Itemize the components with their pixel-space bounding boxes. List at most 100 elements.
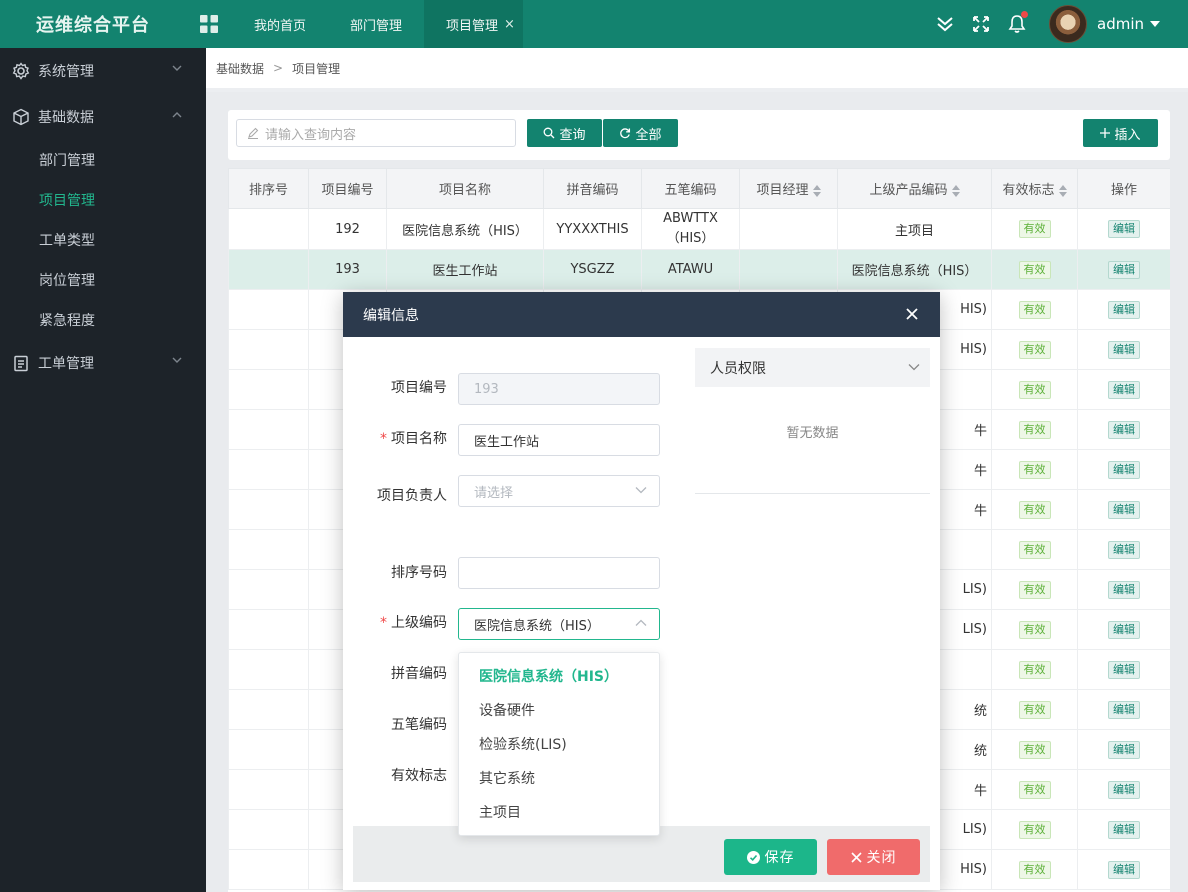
edit-button[interactable]: 编辑: [1108, 220, 1140, 238]
dropdown-option[interactable]: 检验系统(LIS): [459, 727, 659, 761]
save-button[interactable]: 保存: [724, 839, 817, 875]
sidebar-item-ticket-type[interactable]: 工单类型: [0, 220, 206, 260]
fullscreen-icon[interactable]: [963, 0, 999, 48]
project-name-field[interactable]: 医生工作站: [458, 424, 660, 456]
column-header[interactable]: 五笔编码: [641, 168, 740, 209]
caret-down-icon[interactable]: [1150, 21, 1160, 27]
chevron-down-icon: [635, 487, 647, 494]
insert-button[interactable]: 插入: [1083, 119, 1158, 147]
username[interactable]: admin: [1097, 15, 1144, 33]
column-header[interactable]: 拼音编码: [543, 168, 642, 209]
edit-button[interactable]: 编辑: [1108, 500, 1140, 519]
column-header-label: 有效标志: [1002, 183, 1055, 198]
project-owner-select[interactable]: 请选择: [458, 475, 660, 507]
column-header[interactable]: 有效标志: [991, 168, 1078, 209]
edit-button[interactable]: 编辑: [1108, 420, 1140, 439]
close-tab-icon[interactable]: ×: [504, 17, 515, 32]
plus-icon: [1100, 128, 1111, 138]
table-cell-manager: [739, 249, 838, 290]
column-header[interactable]: 项目编号: [308, 168, 387, 209]
column-header[interactable]: 项目名称: [386, 168, 544, 209]
edit-button[interactable]: 编辑: [1108, 740, 1140, 759]
show-all-button[interactable]: 全部: [603, 119, 678, 147]
nav-tab-home[interactable]: 我的首页: [232, 0, 328, 48]
sort-number-field[interactable]: [458, 557, 660, 589]
gear-icon: [12, 62, 30, 80]
edit-button[interactable]: 编辑: [1108, 460, 1140, 479]
table-cell-op: 编辑: [1077, 529, 1170, 570]
column-header[interactable]: 项目经理: [739, 168, 838, 209]
table-cell-valid: 有效: [991, 689, 1078, 730]
sidebar-item-department[interactable]: 部门管理: [0, 140, 206, 180]
edit-button[interactable]: 编辑: [1108, 340, 1140, 359]
valid-badge: 有效: [1018, 860, 1051, 879]
table-row[interactable]: 192 医院信息系统（HIS） YYXXXTHIS ABWTTX（HIS） 主项目 有效 编…: [228, 208, 1170, 250]
wubi-code-label: 五笔编码: [391, 717, 447, 733]
table-cell-op: 编辑: [1077, 409, 1170, 450]
close-button[interactable]: 关闭: [827, 839, 920, 875]
edit-button[interactable]: 编辑: [1108, 860, 1140, 879]
bell-icon[interactable]: [999, 0, 1035, 48]
sidebar-item-project[interactable]: 项目管理: [0, 180, 206, 220]
edit-button[interactable]: 编辑: [1108, 300, 1140, 319]
apps-grid-icon[interactable]: [186, 0, 232, 48]
table-row[interactable]: 193 医生工作站 YSGZZ ATAWU 医院信息系统（HIS） 有效 编辑: [228, 249, 1170, 290]
edit-button[interactable]: 编辑: [1108, 540, 1140, 559]
cell-text: 193: [335, 262, 360, 277]
valid-badge: 有效: [1018, 780, 1051, 799]
cell-text: ABWTTX（HIS）: [663, 211, 718, 246]
edit-button[interactable]: 编辑: [1108, 620, 1140, 639]
sidebar: 系统管理 基础数据 部门管理 项目管理 工单类型 岗位管理 紧急程度 工单管理: [0, 48, 206, 892]
column-header[interactable]: 上级产品编码: [837, 168, 992, 209]
edit-button[interactable]: 编辑: [1108, 780, 1140, 799]
valid-badge: 有效: [1018, 220, 1051, 238]
table-cell-sort: [228, 208, 309, 250]
table-cell-sort: [228, 689, 309, 730]
edit-button[interactable]: 编辑: [1108, 260, 1140, 279]
divider: [695, 493, 930, 494]
nav-tab-project[interactable]: 项目管理 ×: [424, 0, 523, 48]
cell-text: HIS): [960, 302, 987, 317]
permission-panel-header[interactable]: 人员权限: [695, 348, 930, 387]
sidebar-group-ticket[interactable]: 工单管理: [0, 340, 206, 386]
sort-icon[interactable]: [951, 184, 960, 197]
dropdown-option[interactable]: 主项目: [459, 795, 659, 829]
dropdown-option[interactable]: 其它系统: [459, 761, 659, 795]
sidebar-item-position[interactable]: 岗位管理: [0, 260, 206, 300]
app-title: 运维综合平台: [36, 15, 150, 36]
avatar[interactable]: [1049, 5, 1087, 43]
edit-button[interactable]: 编辑: [1108, 820, 1140, 839]
sort-icon[interactable]: [1058, 184, 1067, 197]
dropdown-option[interactable]: 医院信息系统（HIS）: [459, 659, 659, 693]
cell-text: LIS): [962, 822, 987, 837]
search-input[interactable]: 请输入查询内容: [236, 119, 516, 147]
edit-button[interactable]: 编辑: [1108, 380, 1140, 399]
table-cell-valid: 有效: [991, 769, 1078, 810]
cell-text: YSGZZ: [570, 262, 615, 277]
table-cell-valid: 有效: [991, 649, 1078, 690]
cell-text: 统: [973, 704, 987, 719]
cell-text: 医生工作站: [432, 264, 498, 279]
sort-icon[interactable]: [812, 184, 821, 197]
column-header[interactable]: 排序号: [228, 168, 309, 209]
dropdown-option[interactable]: 设备硬件: [459, 693, 659, 727]
edit-button[interactable]: 编辑: [1108, 580, 1140, 599]
parent-code-select[interactable]: 医院信息系统（HIS）: [458, 608, 660, 640]
breadcrumb-item[interactable]: 基础数据: [216, 60, 264, 77]
sidebar-group-base-data[interactable]: 基础数据: [0, 94, 206, 140]
double-chevron-down-icon[interactable]: [927, 0, 963, 48]
nav-tab-department[interactable]: 部门管理: [328, 0, 424, 48]
parent-code-value: 医院信息系统（HIS）: [474, 618, 600, 634]
table-cell-op: 编辑: [1077, 729, 1170, 770]
table-cell-valid: 有效: [991, 569, 1078, 610]
edit-button[interactable]: 编辑: [1108, 700, 1140, 719]
sidebar-item-urgency[interactable]: 紧急程度: [0, 300, 206, 340]
required-mark: *: [380, 615, 387, 631]
edit-button[interactable]: 编辑: [1108, 660, 1140, 679]
table-cell-op: 编辑: [1077, 609, 1170, 650]
table-cell-valid: 有效: [991, 729, 1078, 770]
query-button[interactable]: 查询: [527, 119, 602, 147]
column-header[interactable]: 操作: [1077, 168, 1170, 209]
close-icon[interactable]: [904, 306, 920, 322]
sidebar-group-system[interactable]: 系统管理: [0, 48, 206, 94]
